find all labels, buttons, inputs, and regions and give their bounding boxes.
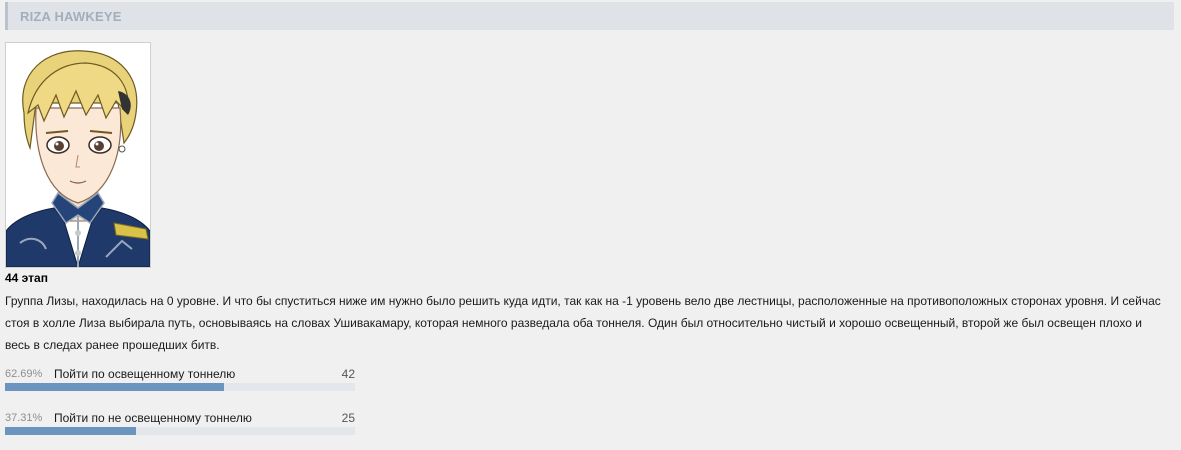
poll-option-percent: 37.31% xyxy=(5,412,43,424)
character-avatar xyxy=(5,42,151,268)
poll-option-bar-track xyxy=(5,383,355,391)
poll-option[interactable]: 37.31% Пойти по не освещенному тоннелю 2… xyxy=(5,410,355,446)
post-title: RIZA HAWKEYE xyxy=(20,9,122,24)
stage-title: 44 этап xyxy=(5,271,48,285)
poll-option-bar-fill xyxy=(5,427,136,435)
poll-option-votes: 25 xyxy=(341,411,355,425)
poll-option-bar-track xyxy=(5,427,355,435)
poll-option-bar-fill xyxy=(5,383,225,391)
poll-option-votes: 42 xyxy=(341,367,355,381)
post-description: Группа Лизы, находилась на 0 уровне. И ч… xyxy=(5,294,1161,352)
poll-option-label: Пойти по не освещенному тоннелю xyxy=(54,411,252,425)
character-portrait-illustration xyxy=(6,43,150,267)
poll-option-percent: 62.69% xyxy=(5,368,43,380)
poll-option[interactable]: 62.69% Пойти по освещенному тоннелю 42 xyxy=(5,366,355,402)
post-header: RIZA HAWKEYE xyxy=(5,2,1174,30)
poll-option-label: Пойти по освещенному тоннелю xyxy=(54,367,236,381)
